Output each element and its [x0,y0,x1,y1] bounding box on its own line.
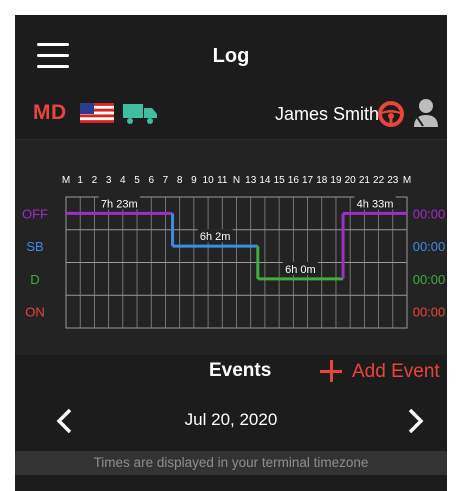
hour-label: 5 [134,175,140,186]
hour-label: 9 [191,175,197,186]
duration-label: 6h 0m [285,264,316,276]
steering-wheel-icon[interactable] [377,100,405,128]
hour-label: M [403,175,411,186]
row-total: 00:00 [413,239,446,254]
hour-label: 18 [316,175,328,186]
app-screen: Log MD James Smith M 1 2 3 4 5 6 7 8 9 1… [15,15,447,491]
state-code: MD [33,101,67,124]
hour-label: M [62,175,70,186]
driver-name: James Smith [274,104,379,124]
current-date: Jul 20, 2020 [184,410,278,429]
timezone-note: Times are displayed in your terminal tim… [15,451,447,475]
row-label: OFF [22,206,48,221]
hour-label: 13 [245,175,257,186]
hour-label: 16 [288,175,300,186]
hour-label: 11 [217,175,228,186]
duration-label: 7h 23m [101,198,138,210]
date-navigator: Jul 20, 2020 [15,401,447,441]
us-flag-icon [80,103,114,123]
hour-label: 20 [345,175,357,186]
add-event-label: Add Event [352,361,440,382]
row-total: 00:00 [413,206,446,221]
hour-label: 14 [259,175,271,186]
hour-label: 15 [274,175,286,186]
header: Log [15,15,447,91]
next-day-button[interactable] [403,407,427,435]
row-total: 00:00 [413,272,446,287]
row-label: D [30,272,39,287]
hour-label: 7 [163,175,169,186]
plus-icon [320,360,342,382]
hour-label: 4 [120,175,126,186]
hour-label: 22 [373,175,385,186]
duty-status-chart: M 1 2 3 4 5 6 7 8 9 10 11 N 13 14 15 16 17 18 19 20 21 22 23 M OF… [15,140,447,355]
truck-icon [123,104,157,124]
events-heading: Events [209,360,272,381]
chevron-right-icon [408,408,424,434]
hour-label: 1 [77,175,83,186]
driver-info-bar: MD James Smith [15,91,447,139]
duration-label: 4h 33m [357,198,394,210]
hour-label: 23 [387,175,399,186]
hour-label: 2 [92,175,98,186]
user-avatar-icon[interactable] [413,98,439,128]
page-title: Log [212,45,250,67]
duty-status-graph: M 1 2 3 4 5 6 7 8 9 10 11 N 13 14 15 16 17 18 19 20 21 22 23 MOF… [22,175,446,329]
hour-label: 8 [177,175,183,186]
row-total: 00:00 [413,305,446,320]
hour-label: 3 [106,175,112,186]
row-label: ON [25,305,45,320]
hour-label: 17 [302,175,314,186]
hour-label: 6 [148,175,154,186]
hour-label: 19 [330,175,342,186]
hour-label: 21 [359,175,371,186]
row-label: SB [26,239,43,254]
duration-label: 6h 2m [200,231,231,243]
hour-label: N [233,175,240,186]
hour-label: 10 [203,175,215,186]
